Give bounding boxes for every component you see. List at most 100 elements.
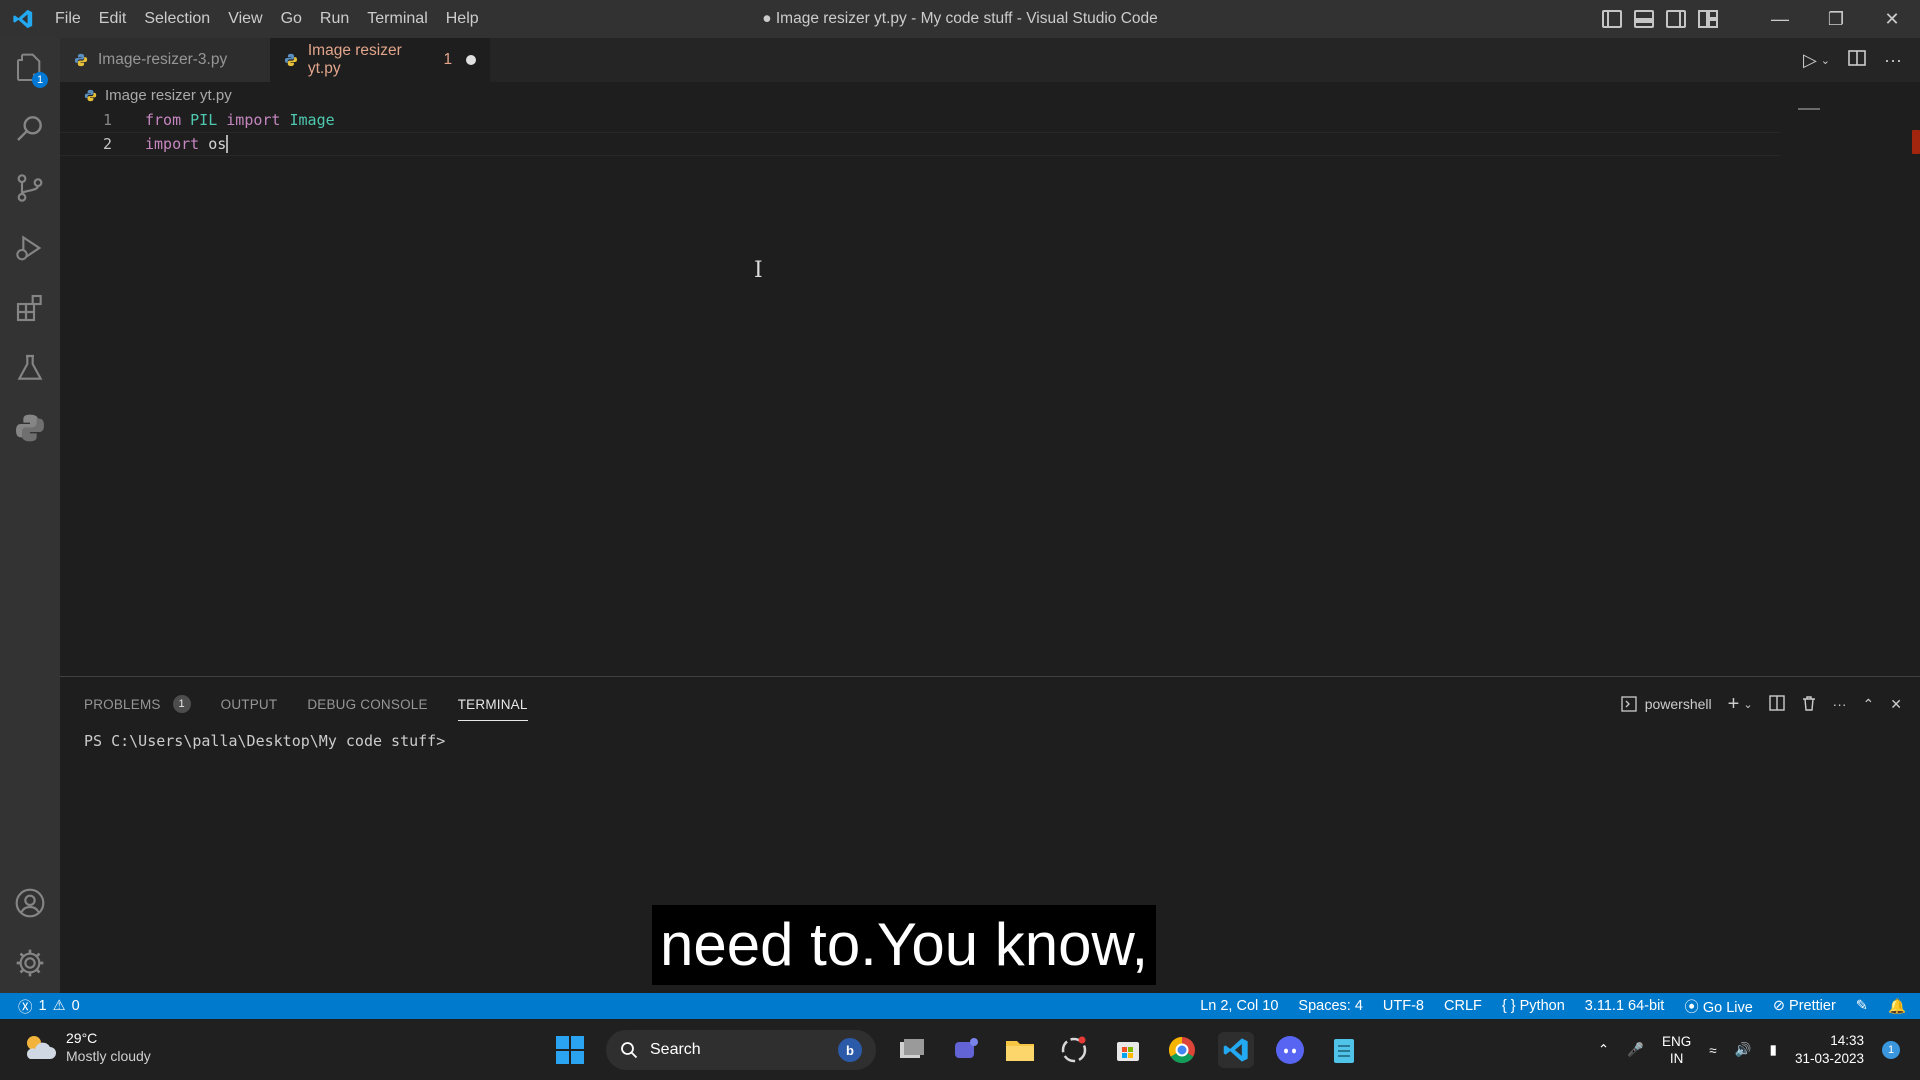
line-number: 2 [102, 135, 112, 153]
account-icon[interactable] [0, 873, 60, 933]
toggle-primary-sidebar-icon[interactable] [1602, 10, 1622, 28]
python-file-icon [284, 53, 297, 67]
tab-output[interactable]: OUTPUT [221, 691, 278, 717]
tab-image-resizer-yt[interactable]: Image resizer yt.py 1 [270, 38, 490, 82]
more-actions-icon[interactable]: ··· [1884, 50, 1902, 71]
terminal-shell-selector[interactable]: powershell [1621, 696, 1712, 712]
error-icon: Ⓧ [18, 999, 33, 1016]
task-view-icon[interactable] [894, 1032, 930, 1068]
tab-terminal[interactable]: TERMINAL [457, 691, 528, 721]
chrome-icon[interactable] [1164, 1032, 1200, 1068]
toggle-panel-icon[interactable] [1634, 10, 1654, 28]
volume-icon[interactable]: 🔊 [1735, 1042, 1752, 1058]
tab-problems[interactable]: PROBLEMS 1 [84, 691, 191, 717]
indentation[interactable]: Spaces: 4 [1298, 998, 1363, 1014]
menu-terminal[interactable]: Terminal [358, 0, 436, 38]
problems-status[interactable]: Ⓧ 1 ⚠ 0 [18, 993, 80, 1019]
tab-image-resizer-3[interactable]: Image-resizer-3.py [60, 38, 270, 82]
split-terminal-icon[interactable] [1768, 694, 1785, 714]
code-text[interactable]: from PIL import Image [145, 111, 335, 129]
feedback-icon[interactable]: ✎ [1856, 998, 1868, 1014]
source-control-icon[interactable] [0, 158, 60, 218]
go-live-button[interactable]: ⦿ Go Live [1684, 996, 1753, 1017]
breadcrumb[interactable]: Image resizer yt.py [84, 84, 232, 106]
python-icon[interactable] [0, 398, 60, 458]
menu-selection[interactable]: Selection [135, 0, 219, 38]
prettier-status[interactable]: ⊘ Prettier [1773, 998, 1836, 1014]
explorer-badge: 1 [32, 72, 48, 88]
microsoft-store-icon[interactable] [1110, 1032, 1146, 1068]
search-icon[interactable] [0, 98, 60, 158]
cursor-position[interactable]: Ln 2, Col 10 [1200, 998, 1278, 1014]
menu-run[interactable]: Run [311, 0, 358, 38]
temperature: 29°C [66, 1030, 98, 1046]
microphone-icon[interactable]: 🎤 [1627, 1042, 1644, 1058]
status-bar: Ⓧ 1 ⚠ 0 Ln 2, Col 10 Spaces: 4 UTF-8 CRL… [0, 993, 1920, 1019]
panel-more-actions-icon[interactable]: ··· [1833, 696, 1847, 712]
broadcast-icon: ⦿ [1684, 999, 1699, 1016]
extensions-icon[interactable] [0, 278, 60, 338]
terminal-icon [1621, 696, 1637, 712]
split-editor-icon[interactable] [1848, 49, 1866, 72]
notification-badge[interactable]: 1 [1882, 1041, 1900, 1059]
run-python-file-icon[interactable]: ▷ [1803, 50, 1817, 71]
taskbar-search[interactable]: Search b [606, 1030, 876, 1070]
minimize-icon[interactable]: — [1752, 0, 1808, 38]
close-icon[interactable]: ✕ [1864, 0, 1920, 38]
run-options-chevron-icon[interactable]: ⌄ [1821, 54, 1830, 67]
code-text[interactable]: import os [145, 135, 229, 154]
app-icon[interactable] [1056, 1032, 1092, 1068]
vscode-taskbar-icon[interactable] [1218, 1032, 1254, 1068]
error-marker [1912, 130, 1920, 154]
menu-edit[interactable]: Edit [90, 0, 136, 38]
terminal-prompt[interactable]: PS C:\Users\palla\Desktop\My code stuff> [84, 732, 445, 750]
code-line-current[interactable]: 2 import os [60, 132, 1780, 156]
files-icon[interactable]: 1 [0, 38, 60, 98]
wifi-icon[interactable]: ≈ [1709, 1043, 1716, 1058]
kill-terminal-trash-icon[interactable] [1801, 695, 1817, 714]
tab-problem-count: 1 [443, 51, 453, 68]
testing-icon[interactable] [0, 338, 60, 398]
menu-view[interactable]: View [219, 0, 271, 38]
python-interpreter[interactable]: 3.11.1 64-bit [1585, 998, 1665, 1014]
run-debug-icon[interactable] [0, 218, 60, 278]
minimap[interactable] [1798, 108, 1820, 110]
unsaved-dot-icon[interactable] [466, 55, 476, 65]
code-editor[interactable]: 1 from PIL import Image 2 import os [60, 106, 1920, 676]
search-icon [621, 1042, 638, 1059]
settings-gear-icon[interactable] [0, 933, 60, 993]
restore-icon[interactable]: ❐ [1808, 0, 1864, 38]
toggle-secondary-sidebar-icon[interactable] [1666, 10, 1686, 28]
maximize-panel-chevron-up-icon[interactable]: ⌃ [1863, 696, 1875, 713]
cloudy-weather-icon [26, 1036, 56, 1059]
editor-scrollbar[interactable] [1904, 110, 1920, 680]
input-language[interactable]: ENG IN [1662, 1033, 1691, 1067]
text-cursor [226, 135, 229, 154]
line-endings[interactable]: CRLF [1444, 998, 1482, 1014]
menu-file[interactable]: File [46, 0, 90, 38]
notepad-icon[interactable] [1326, 1032, 1362, 1068]
close-panel-icon[interactable]: ✕ [1890, 696, 1902, 713]
code-line[interactable]: 1 from PIL import Image [60, 108, 1780, 132]
menu-go[interactable]: Go [272, 0, 311, 38]
customize-layout-icon[interactable] [1698, 10, 1718, 28]
windows-start-icon[interactable] [552, 1032, 588, 1068]
file-encoding[interactable]: UTF-8 [1383, 998, 1424, 1014]
problems-badge: 1 [172, 695, 191, 713]
file-explorer-icon[interactable] [1002, 1032, 1038, 1068]
discord-icon[interactable] [1272, 1032, 1308, 1068]
menu-help[interactable]: Help [437, 0, 488, 38]
battery-icon[interactable]: ▮ [1770, 1042, 1777, 1058]
tab-debug-console[interactable]: DEBUG CONSOLE [307, 691, 427, 717]
clock[interactable]: 14:33 31-03-2023 [1795, 1032, 1864, 1068]
weather-widget[interactable]: 29°C Mostly cloudy [22, 1029, 151, 1065]
show-hidden-icons-chevron-icon[interactable]: ⌃ [1598, 1042, 1609, 1058]
vscode-logo-icon [0, 0, 46, 38]
language-mode[interactable]: { } Python [1502, 998, 1565, 1014]
notifications-bell-icon[interactable]: 🔔 [1888, 998, 1906, 1015]
terminal-dropdown-chevron-icon[interactable]: ⌄ [1743, 698, 1752, 711]
breadcrumb-file[interactable]: Image resizer yt.py [105, 87, 232, 104]
line-number: 1 [102, 111, 112, 129]
teams-chat-icon[interactable] [948, 1032, 984, 1068]
new-terminal-icon[interactable]: + [1728, 693, 1740, 716]
